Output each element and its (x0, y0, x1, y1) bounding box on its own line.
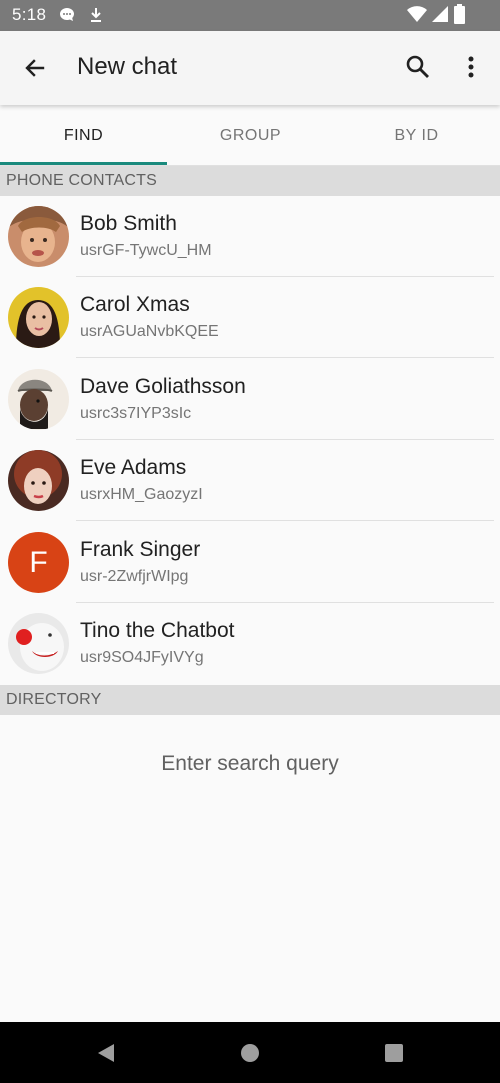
active-tab-indicator (0, 162, 167, 165)
directory-empty-message: Enter search query (161, 752, 339, 775)
contact-item-frank-singer[interactable]: F Frank Singer usr-2ZwfjrWIpg (0, 522, 500, 603)
tab-bar: FIND GROUP BY ID (0, 105, 500, 166)
contact-id: usrGF-TywcU_HM (80, 242, 212, 259)
recents-square-icon[interactable] (381, 1040, 407, 1066)
contact-item-tino-the-chatbot[interactable]: Tino the Chatbot usr9SO4JFyIVYg (0, 603, 500, 684)
arrow-back-icon[interactable] (18, 51, 52, 85)
avatar-initial: F (8, 532, 69, 593)
section-header-directory: DIRECTORY (0, 685, 500, 715)
contact-item-dave-goliathsson[interactable]: Dave Goliathsson usrc3s7IYP3sIc (0, 359, 500, 440)
system-nav-bar (0, 1022, 500, 1083)
contact-name: Tino the Chatbot (80, 619, 235, 642)
divider (76, 357, 494, 358)
avatar-photo (8, 206, 69, 267)
wifi-icon (406, 5, 428, 28)
contact-item-eve-adams[interactable]: Eve Adams usrxHM_GaozyzI (0, 440, 500, 521)
contact-name: Dave Goliathsson (80, 375, 246, 398)
contact-id: usrc3s7IYP3sIc (80, 405, 192, 422)
more-vert-icon[interactable] (456, 49, 486, 85)
contact-id: usrxHM_GaozyzI (80, 486, 203, 503)
app-bar: New chat (0, 31, 500, 105)
contact-id: usr-2ZwfjrWIpg (80, 568, 189, 585)
contact-item-carol-xmas[interactable]: Carol Xmas usrAGUaNvbKQEE (0, 277, 500, 358)
contact-id: usr9SO4JFyIVYg (80, 649, 204, 666)
contact-item-bob-smith[interactable]: Bob Smith usrGF-TywcU_HM (0, 196, 500, 277)
page-title: New chat (77, 53, 178, 80)
contact-name: Eve Adams (80, 456, 187, 479)
section-header-phone-contacts: PHONE CONTACTS (0, 166, 500, 196)
home-circle-icon[interactable] (237, 1040, 263, 1066)
download-icon (88, 6, 104, 29)
divider (76, 520, 494, 521)
avatar-letter: F (29, 545, 48, 579)
contact-name: Frank Singer (80, 538, 201, 561)
tab-find[interactable]: FIND (0, 105, 167, 166)
search-icon[interactable] (400, 49, 436, 85)
contact-name: Bob Smith (80, 212, 177, 235)
battery-icon (454, 4, 465, 29)
tab-by-id[interactable]: BY ID (333, 105, 500, 166)
avatar-photo (8, 613, 69, 674)
avatar-photo (8, 287, 69, 348)
signal-icon (431, 5, 449, 28)
back-triangle-icon[interactable] (92, 1040, 118, 1066)
status-bar: 5:18 (0, 0, 500, 31)
status-time: 5:18 (12, 5, 47, 24)
avatar-photo (8, 450, 69, 511)
chat-bubble-icon (58, 6, 76, 29)
avatar-photo (8, 369, 69, 430)
contact-id: usrAGUaNvbKQEE (80, 323, 219, 340)
tab-group[interactable]: GROUP (167, 105, 334, 166)
contact-name: Carol Xmas (80, 293, 190, 316)
